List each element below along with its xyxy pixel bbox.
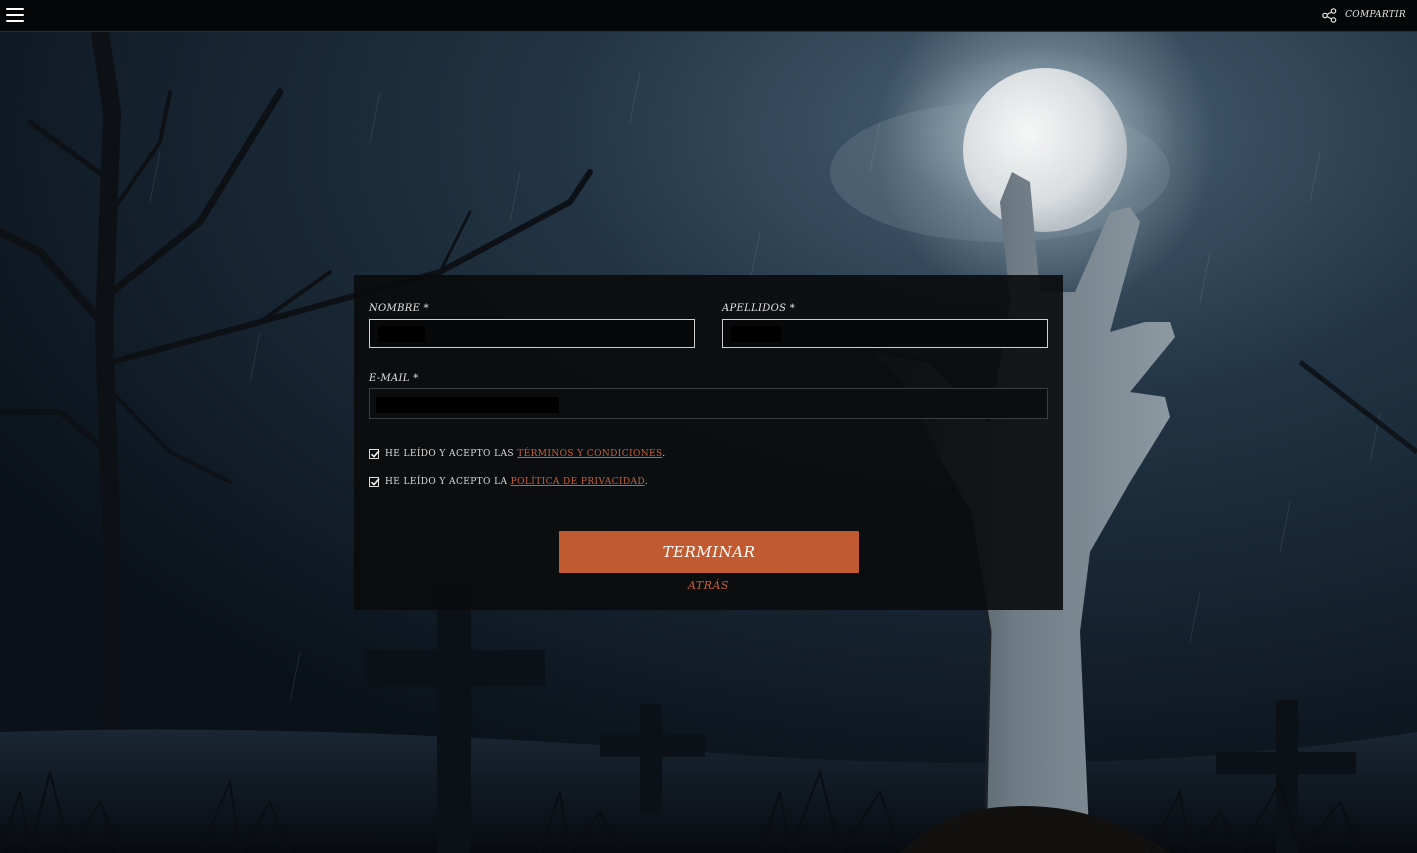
email-label: E-MAIL * [369, 373, 419, 384]
terms-row: HE LEÍDO Y ACEPTO LAS TÉRMINOS Y CONDICI… [369, 447, 666, 461]
hamburger-menu-icon[interactable] [6, 7, 24, 23]
share-button[interactable]: COMPARTIR [1322, 6, 1406, 24]
terms-link[interactable]: TÉRMINOS Y CONDICIONES [517, 449, 662, 459]
nombre-label: NOMBRE * [369, 303, 429, 314]
share-icon [1322, 7, 1337, 23]
apellidos-field[interactable] [722, 319, 1048, 348]
top-bar: COMPARTIR [0, 0, 1417, 32]
terminar-button[interactable]: TERMINAR [559, 531, 859, 573]
checkmark-icon [370, 450, 380, 458]
signup-form-panel: NOMBRE * APELLIDOS * E-MAIL * HE LEÍDO Y… [354, 275, 1063, 610]
nombre-field[interactable] [369, 319, 695, 348]
privacy-text: HE LEÍDO Y ACEPTO LA POLÍTICA DE PRIVACI… [385, 477, 648, 487]
redacted-value [731, 326, 781, 342]
privacy-checkbox[interactable] [369, 477, 380, 487]
checkmark-icon [370, 478, 380, 486]
privacy-row: HE LEÍDO Y ACEPTO LA POLÍTICA DE PRIVACI… [369, 475, 648, 489]
privacy-link[interactable]: POLÍTICA DE PRIVACIDAD [511, 477, 645, 487]
redacted-value [378, 326, 425, 342]
terms-checkbox[interactable] [369, 449, 380, 459]
redacted-value [376, 397, 559, 413]
atras-link[interactable]: ATRÁS [354, 579, 1063, 592]
apellidos-label: APELLIDOS * [722, 303, 796, 314]
terms-text: HE LEÍDO Y ACEPTO LAS TÉRMINOS Y CONDICI… [385, 449, 666, 459]
email-field[interactable] [369, 388, 1048, 419]
share-label: COMPARTIR [1345, 10, 1406, 20]
